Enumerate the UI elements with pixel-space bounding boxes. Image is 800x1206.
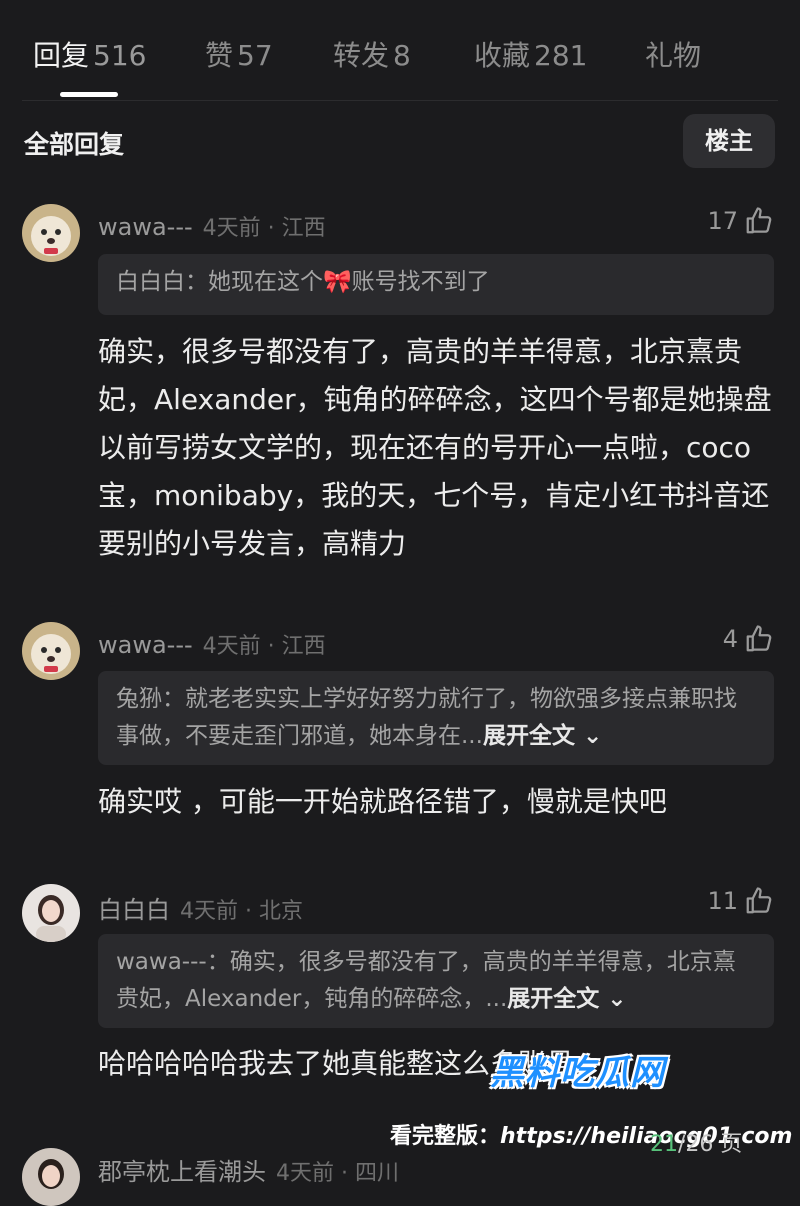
tab-likes-label: 赞 [205, 39, 234, 72]
comment-meta: 郡亭枕上看潮头 4天前 · 四川 [98, 1152, 399, 1187]
expand-full-text-link[interactable]: 展开全文 ⌄ [483, 723, 602, 749]
tab-likes-count: 57 [237, 39, 273, 72]
quoted-username: 白白白： [116, 269, 208, 295]
expand-full-text-link[interactable]: 展开全文 ⌄ [507, 986, 626, 1012]
avatar[interactable] [22, 622, 80, 680]
tab-gifts[interactable]: 礼物 [645, 34, 701, 74]
tab-favorites-count: 281 [534, 39, 588, 72]
quoted-text: 就老老实实上学好好努力就行了，物欲强多接点兼职找事做，不要走歪门邪道，她本身在.… [116, 686, 737, 749]
quoted-username: wawa---： [116, 949, 230, 975]
time-location: 4天前 · 四川 [276, 1161, 399, 1186]
comment-text: 确实，很多号都没有了，高贵的羊羊得意，北京熹贵妃，Alexander，钝角的碎碎… [98, 335, 772, 560]
tab-gifts-label: 礼物 [645, 39, 702, 72]
like-count: 4 [722, 625, 738, 653]
comment-text: 确实哎 ，可能一开始就路径错了，慢就是快吧 [98, 785, 667, 818]
like-count: 17 [707, 207, 738, 235]
thumbs-up-icon [744, 886, 774, 916]
all-replies-title: 全部回复 [24, 130, 125, 159]
tab-reposts-count: 8 [393, 39, 411, 72]
tab-favorites[interactable]: 收藏 281 [474, 34, 587, 74]
like-button[interactable]: 17 [707, 206, 774, 236]
username[interactable]: 郡亭枕上看潮头 [98, 1158, 266, 1186]
tab-replies-label: 回复 [33, 39, 90, 72]
avatar[interactable] [22, 1148, 80, 1206]
tab-bar: 回复 516 赞 57 转发 8 收藏 281 礼物 [0, 0, 800, 100]
tab-likes[interactable]: 赞 57 [205, 34, 273, 74]
quoted-reply[interactable]: wawa---：确实，很多号都没有了，高贵的羊羊得意，北京熹贵妃，Alexand… [98, 934, 774, 1028]
like-button[interactable]: 11 [707, 886, 774, 916]
username[interactable]: wawa--- [98, 213, 193, 241]
owner-filter-button[interactable]: 楼主 [683, 114, 775, 168]
thumbs-up-icon [744, 624, 774, 654]
quoted-username: 兔狲： [116, 686, 185, 712]
watermark-prefix: 看完整版： [390, 1124, 501, 1149]
tab-reposts-label: 转发 [333, 39, 390, 72]
comment-text: 哈哈哈哈哈我去了她真能整这么多账号 [98, 1047, 575, 1080]
watermark-brand: 黑料吃瓜网 [490, 1053, 665, 1093]
page-indicator: 21/26 页 [650, 1126, 742, 1158]
watermark-url: https://heiliaocg01.com [500, 1124, 793, 1149]
time-location: 4天前 · 北京 [180, 899, 303, 924]
username[interactable]: 白白白 [98, 896, 170, 924]
comment-meta: wawa--- 4天前 · 江西 [98, 628, 326, 660]
tab-favorites-label: 收藏 [474, 39, 531, 72]
thumbs-up-icon [744, 206, 774, 236]
comment-meta: wawa--- 4天前 · 江西 [98, 210, 326, 242]
like-count: 11 [707, 887, 738, 915]
comment-meta: 白白白 4天前 · 北京 [98, 890, 303, 925]
active-tab-indicator [60, 92, 118, 97]
time-location: 4天前 · 江西 [202, 216, 326, 241]
username[interactable]: wawa--- [98, 631, 193, 659]
tab-replies[interactable]: 回复 516 [33, 34, 146, 74]
quoted-reply[interactable]: 白白白：她现在这个🎀账号找不到了 [98, 254, 774, 315]
divider [22, 100, 778, 101]
like-button[interactable]: 4 [723, 624, 774, 654]
avatar[interactable] [22, 884, 80, 942]
page-total: /26 页 [678, 1132, 743, 1157]
tab-replies-count: 516 [93, 39, 147, 72]
quoted-text: 她现在这个🎀账号找不到了 [208, 269, 490, 295]
tab-reposts[interactable]: 转发 8 [333, 34, 411, 74]
page-current: 21 [650, 1132, 678, 1157]
time-location: 4天前 · 江西 [202, 634, 326, 659]
quoted-reply[interactable]: 兔狲：就老老实实上学好好努力就行了，物欲强多接点兼职找事做，不要走歪门邪道，她本… [98, 671, 774, 765]
avatar[interactable] [22, 204, 80, 262]
